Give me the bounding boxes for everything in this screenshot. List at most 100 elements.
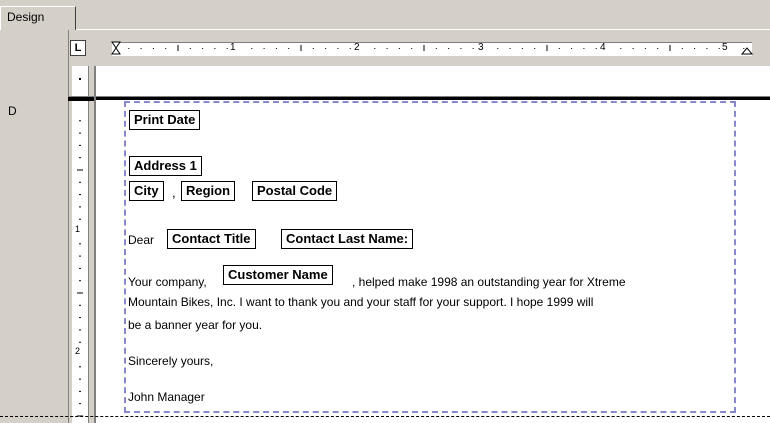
ruler-tick: [718, 48, 720, 49]
ruler-tick: [411, 48, 413, 49]
ruler-tick: [620, 48, 622, 49]
ruler-tick: [521, 48, 523, 49]
ruler-tick: [79, 341, 81, 343]
ruler-tick: [152, 48, 154, 49]
ruler-number-1: 1: [230, 42, 236, 53]
signature-text: John Manager: [128, 390, 205, 404]
dear-text: Dear: [128, 233, 155, 247]
ruler-tick: [79, 267, 81, 269]
ruler-tick: [189, 48, 191, 49]
ruler-tick: [214, 48, 216, 49]
horizontal-ruler[interactable]: 1 2 3 4 5: [94, 38, 770, 58]
ruler-tick: [558, 48, 560, 49]
ruler-tick: [743, 48, 745, 49]
ruler-tick: [79, 120, 81, 122]
region-field[interactable]: Region: [181, 181, 236, 201]
ruler-tick: [706, 48, 708, 49]
ruler-tick: [79, 181, 81, 183]
ruler-tick: [546, 45, 548, 51]
ruler-tick: [595, 48, 597, 49]
ruler-tick: [177, 45, 179, 51]
ruler-tick: [79, 390, 81, 392]
ruler-tick: [509, 48, 511, 49]
tab-design[interactable]: Design: [0, 6, 76, 30]
ruler-tick: [226, 48, 228, 49]
ruler-tick: [251, 48, 253, 49]
ruler-tick: [669, 45, 671, 51]
ruler-tick: [632, 48, 634, 49]
ruler-tick: [79, 366, 81, 368]
ruler-tick: [79, 329, 81, 331]
ruler-tick: [79, 280, 81, 282]
ruler-tick: [79, 378, 81, 380]
print-date-field[interactable]: Print Date: [129, 110, 201, 130]
section-boundary-dashed: [0, 416, 770, 417]
ruler-tick: [374, 48, 376, 49]
ruler-tick: [534, 48, 536, 49]
tab-stop-selector[interactable]: L: [70, 40, 86, 56]
ruler-tick: [644, 48, 646, 49]
ruler-tick: [300, 45, 302, 51]
ruler-tick: [79, 132, 81, 134]
ruler-tick: [79, 206, 81, 208]
left-margin-guide: [94, 66, 96, 423]
ruler-tick: [460, 48, 462, 49]
ruler-tick: [79, 78, 81, 80]
ruler-tick: [79, 403, 81, 405]
ruler-tick: [583, 48, 585, 49]
ruler-tick: [288, 48, 290, 49]
ruler-number-4: 4: [600, 42, 606, 53]
ruler-number-5: 5: [722, 42, 728, 53]
postal-code-field[interactable]: Postal Code: [252, 181, 338, 201]
customer-name-field[interactable]: Customer Name: [223, 265, 333, 285]
contact-last-name-field[interactable]: Contact Last Name:: [281, 229, 414, 249]
ruler-tick: [472, 48, 474, 49]
ruler-tick: [202, 48, 204, 49]
ruler-tick: [497, 48, 499, 49]
ruler-tick: [694, 48, 696, 49]
closing-text: Sincerely yours,: [128, 354, 214, 368]
vertical-ruler[interactable]: 1 2: [72, 100, 89, 423]
tab-strip-line: [76, 29, 770, 30]
section-gutter-details[interactable]: [0, 99, 69, 423]
ruler-tick: [79, 255, 81, 257]
ruler-tick: [657, 48, 659, 49]
address1-field[interactable]: Address 1: [129, 156, 202, 176]
vertical-ruler-top: [72, 66, 89, 96]
ruler-number-2: 2: [354, 42, 360, 53]
ruler-tick: [435, 48, 437, 49]
ruler-tick: [79, 144, 81, 146]
ruler-tick: [337, 48, 339, 49]
paragraph-start: Your company,: [128, 275, 207, 289]
section-gutter-top: [0, 30, 69, 96]
ruler-tick: [77, 292, 83, 294]
paragraph-line3: be a banner year for you.: [128, 318, 263, 332]
vertical-ruler-ticks: [77, 120, 83, 417]
section-label: D: [8, 104, 17, 118]
tab-strip: Design: [0, 0, 770, 30]
ruler-tick: [79, 194, 81, 196]
ruler-tick: [423, 45, 425, 51]
ruler-tick: [79, 243, 81, 245]
city-field[interactable]: City: [129, 181, 164, 201]
ruler-markers: [111, 41, 754, 55]
page-header-section[interactable]: [94, 66, 770, 96]
ruler-tick: [79, 304, 81, 306]
paragraph-line2: Mountain Bikes, Inc. I want to thank you…: [128, 295, 594, 309]
ruler-tick: [140, 48, 142, 49]
ruler-tick: [681, 48, 683, 49]
ruler-tick: [275, 48, 277, 49]
ruler-tick: [349, 48, 351, 49]
ruler-tick: [79, 157, 81, 159]
letter-text-object[interactable]: [124, 101, 736, 413]
paragraph-line1-end: , helped make 1998 an outstanding year f…: [352, 275, 626, 289]
ruler-tick: [128, 48, 130, 49]
city-region-comma: ,: [172, 185, 176, 200]
contact-title-field[interactable]: Contact Title: [167, 229, 256, 249]
ruler-tick: [77, 169, 83, 171]
ruler-tick: [398, 48, 400, 49]
ruler-tick: [79, 218, 81, 220]
ruler-tick: [325, 48, 327, 49]
ruler-tick: [79, 317, 81, 319]
ruler-tick: [448, 48, 450, 49]
